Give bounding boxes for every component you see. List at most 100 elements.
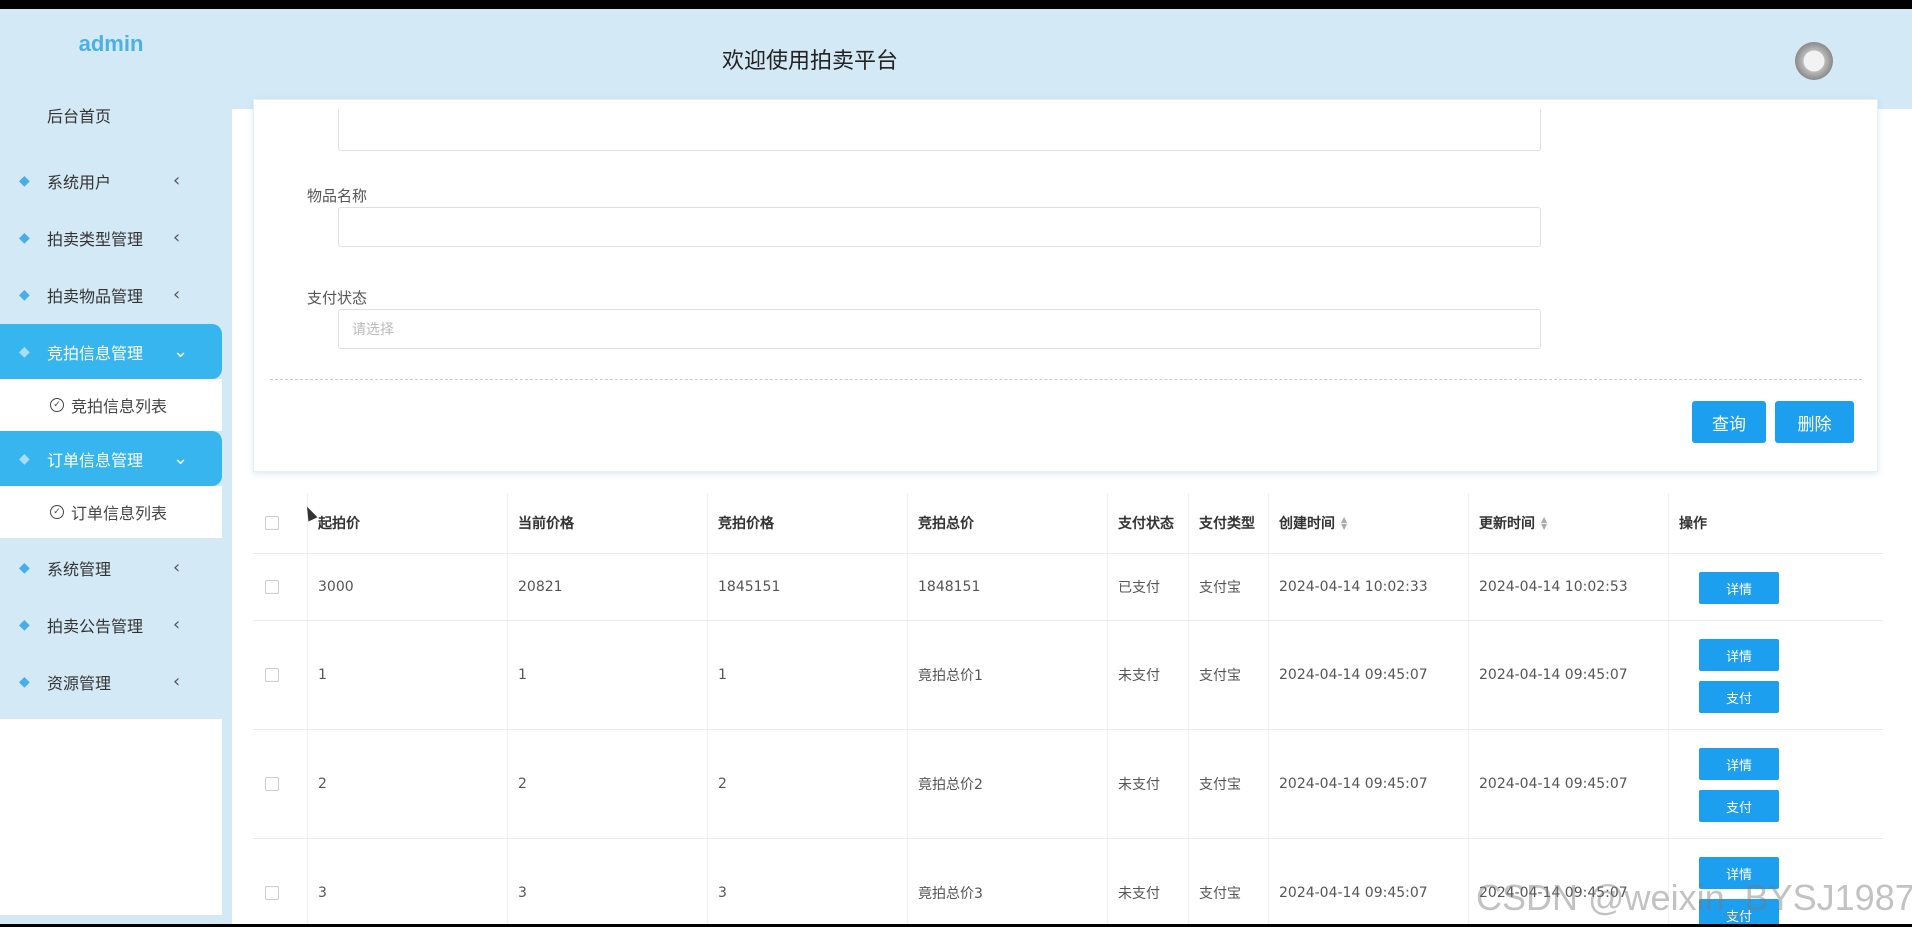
diamond-icon: ◆	[19, 286, 30, 303]
cell-start-price: 3000	[308, 554, 508, 620]
diamond-icon: ◆	[19, 343, 30, 360]
user-avatar[interactable]	[1795, 42, 1833, 80]
column-header: 当前价格	[508, 493, 708, 553]
sidebar-item-label: 系统用户	[47, 172, 112, 192]
column-header: 操作	[1679, 516, 1707, 532]
sidebar-item-label: 拍卖物品管理	[47, 286, 144, 306]
check-circle-icon: ✓	[50, 398, 64, 412]
column-header: 竞拍总价	[908, 493, 1108, 553]
cell-current-price: 20821	[508, 554, 708, 620]
sidebar-item-home[interactable]: 后台首页	[0, 79, 222, 151]
column-header: 竞拍价格	[708, 493, 908, 553]
cell-updated-time: 2024-04-14 09:45:07	[1469, 621, 1669, 729]
sidebar-item-label: 拍卖公告管理	[47, 616, 144, 636]
cell-pay-type: 支付宝	[1189, 554, 1269, 620]
chevron-left-icon: ‹	[173, 284, 181, 305]
detail-button[interactable]: 详情	[1699, 639, 1779, 671]
check-circle-icon: ✓	[50, 505, 64, 519]
row-checkbox[interactable]	[265, 580, 279, 594]
page-title: 欢迎使用拍卖平台	[722, 49, 899, 74]
sidebar-item-order-info[interactable]: ◆ 订单信息管理 ⌄	[0, 431, 222, 486]
row-checkbox[interactable]	[265, 777, 279, 791]
sort-icon[interactable]: ▲ ▼	[1541, 516, 1547, 531]
cell-pay-type: 支付宝	[1189, 621, 1269, 729]
cell-pay-status: 未支付	[1108, 730, 1189, 838]
cell-pay-status: 已支付	[1108, 554, 1189, 620]
chevron-left-icon: ‹	[173, 614, 181, 635]
chevron-left-icon: ‹	[173, 671, 181, 692]
cell-pay-status: 未支付	[1108, 621, 1189, 729]
sidebar-item-label: 订单信息管理	[47, 450, 144, 470]
select-all-checkbox[interactable]	[265, 516, 279, 530]
sidebar-item-resources[interactable]: ◆ 资源管理 ‹	[0, 654, 222, 709]
diamond-icon: ◆	[19, 450, 30, 467]
row-checkbox[interactable]	[265, 668, 279, 682]
sidebar-item-auction-types[interactable]: ◆ 拍卖类型管理 ‹	[0, 210, 222, 265]
table-header-row: 起拍价 当前价格 竞拍价格 竞拍总价 支付状态 支付类型 创建时间 ▲ ▼ 更新时间…	[253, 493, 1883, 554]
column-header-updated-sortable[interactable]: 更新时间 ▲ ▼	[1469, 493, 1669, 553]
detail-button[interactable]: 详情	[1699, 572, 1779, 604]
sidebar-item-announcements[interactable]: ◆ 拍卖公告管理 ‹	[0, 597, 222, 652]
app-window: admin 欢迎使用拍卖平台 后台首页 ◆ 系统用户 ‹ ◆ 拍卖类型管理 ‹ …	[0, 9, 1912, 924]
pay-button[interactable]: 支付	[1699, 681, 1779, 713]
cell-current-price: 2	[508, 730, 708, 838]
sidebar: 后台首页 ◆ 系统用户 ‹ ◆ 拍卖类型管理 ‹ ◆ 拍卖物品管理 ‹ ◆ 竞拍…	[0, 79, 222, 924]
query-button[interactable]: 查询	[1692, 401, 1766, 443]
cell-updated-time: 2024-04-14 10:02:53	[1469, 554, 1669, 620]
cell-start-price: 2	[308, 730, 508, 838]
row-checkbox[interactable]	[265, 886, 279, 900]
sidebar-item-system-users[interactable]: ◆ 系统用户 ‹	[0, 153, 222, 208]
cell-pay-type: 支付宝	[1189, 730, 1269, 838]
cell-created-time: 2024-04-14 09:45:07	[1269, 730, 1469, 838]
diamond-icon: ◆	[19, 673, 30, 690]
cell-created-time: 2024-04-14 10:02:33	[1269, 554, 1469, 620]
row-select-cell	[253, 730, 308, 838]
previous-field-input[interactable]	[338, 109, 1541, 151]
column-header: 支付状态	[1108, 493, 1189, 553]
column-header-created-sortable[interactable]: 创建时间 ▲ ▼	[1269, 493, 1469, 553]
diamond-icon: ◆	[19, 616, 30, 633]
cell-start-price: 3	[308, 839, 508, 924]
cell-created-time: 2024-04-14 09:45:07	[1269, 839, 1469, 924]
diamond-icon: ◆	[19, 229, 30, 246]
column-header-label: 更新时间	[1479, 516, 1535, 532]
brand-logo[interactable]: admin	[0, 9, 222, 79]
row-select-cell	[253, 554, 308, 620]
sidebar-item-label: 系统管理	[47, 559, 112, 579]
cell-bid-price: 1	[708, 621, 908, 729]
pay-status-label: 支付状态	[307, 289, 368, 307]
cell-start-price: 1	[308, 621, 508, 729]
sort-icon[interactable]: ▲ ▼	[1341, 516, 1347, 531]
sidebar-empty-area	[0, 719, 222, 915]
row-select-cell	[253, 839, 308, 924]
cell-bid-price: 1845151	[708, 554, 908, 620]
cell-updated-time: 2024-04-14 09:45:07	[1469, 730, 1669, 838]
diamond-icon: ◆	[19, 559, 30, 576]
chevron-left-icon: ‹	[173, 557, 181, 578]
sidebar-item-bid-info[interactable]: ◆ 竞拍信息管理 ⌄	[0, 324, 222, 379]
sidebar-item-label: 拍卖类型管理	[47, 229, 144, 249]
sidebar-subitem-order-list[interactable]: ✓ 订单信息列表	[0, 486, 222, 538]
detail-button[interactable]: 详情	[1699, 748, 1779, 780]
column-header: 起拍价	[308, 493, 508, 553]
sidebar-item-system-management[interactable]: ◆ 系统管理 ‹	[0, 540, 222, 595]
table-row: 2 2 2 竟拍总价2 未支付 支付宝 2024-04-14 09:45:07 …	[253, 730, 1883, 839]
cell-total-price: 1848151	[908, 554, 1108, 620]
cell-pay-status: 未支付	[1108, 839, 1189, 924]
search-form-card	[253, 99, 1878, 472]
cell-bid-price: 2	[708, 730, 908, 838]
sidebar-item-label: 资源管理	[47, 673, 112, 693]
select-all-cell	[253, 493, 308, 553]
sidebar-item-label: 竞拍信息管理	[47, 343, 144, 363]
cell-current-price: 3	[508, 839, 708, 924]
cell-total-price: 竟拍总价1	[908, 621, 1108, 729]
cell-total-price: 竟拍总价2	[908, 730, 1108, 838]
pay-status-select[interactable]: 请选择	[338, 309, 1541, 349]
sidebar-item-auction-items[interactable]: ◆ 拍卖物品管理 ‹	[0, 267, 222, 322]
item-name-input[interactable]	[338, 207, 1541, 247]
watermark: CSDN @weixin_BYSJ1987	[1476, 877, 1912, 918]
pay-button[interactable]: 支付	[1699, 790, 1779, 822]
table-row: 3000 20821 1845151 1848151 已支付 支付宝 2024-…	[253, 554, 1883, 621]
sidebar-subitem-bid-list[interactable]: ✓ 竞拍信息列表	[0, 379, 222, 431]
delete-button[interactable]: 删除	[1775, 401, 1854, 443]
